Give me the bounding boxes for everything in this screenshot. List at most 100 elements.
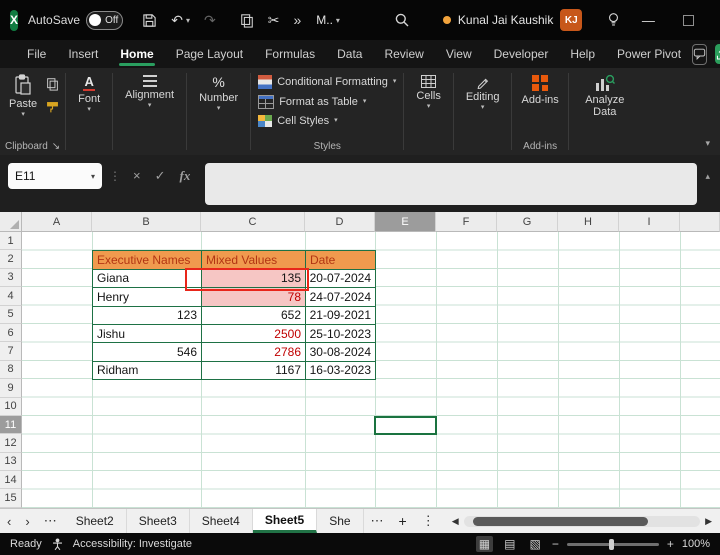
row-header-1[interactable]: 1 bbox=[0, 232, 22, 251]
zoom-in-icon[interactable]: + bbox=[667, 537, 674, 551]
zoom-slider-thumb[interactable] bbox=[609, 538, 615, 550]
cell-D8[interactable]: 16-03-2023 bbox=[306, 361, 376, 381]
column-header-B[interactable]: B bbox=[92, 212, 201, 232]
insert-function-icon[interactable]: fx bbox=[180, 168, 191, 184]
row-header-14[interactable]: 14 bbox=[0, 471, 22, 490]
sheet-tab-sheet5-active[interactable]: Sheet5 bbox=[252, 509, 318, 533]
cell-B7[interactable]: 546 bbox=[93, 343, 202, 362]
scroll-left-icon[interactable]: ◀ bbox=[452, 516, 459, 527]
undo-icon[interactable]: ↶ ▾ bbox=[171, 12, 190, 29]
copy-small-icon[interactable] bbox=[46, 77, 59, 91]
editing-menu-button[interactable]: Editing ▾ bbox=[457, 72, 509, 114]
add-sheet-icon[interactable]: + bbox=[391, 509, 415, 533]
row-header-9[interactable]: 9 bbox=[0, 379, 22, 398]
row-header-10[interactable]: 10 bbox=[0, 397, 22, 416]
cell-D5[interactable]: 21-09-2021 bbox=[306, 306, 376, 325]
column-header-H[interactable]: H bbox=[558, 212, 619, 232]
enter-icon[interactable]: ✓ bbox=[155, 168, 166, 184]
cell-C7[interactable]: 2786 bbox=[202, 343, 306, 362]
paste-button[interactable]: Paste ▾ bbox=[3, 72, 43, 120]
column-header-E[interactable]: E bbox=[375, 212, 436, 232]
accessibility-status[interactable]: Accessibility: Investigate bbox=[73, 538, 192, 550]
zoom-out-icon[interactable]: − bbox=[552, 537, 559, 551]
font-menu-button[interactable]: A Font ▾ bbox=[69, 72, 109, 116]
more-sheets-icon[interactable]: ⋯ bbox=[37, 509, 64, 533]
sheet-context-menu-icon[interactable]: ⋮ bbox=[415, 509, 442, 533]
clipboard-dialog-launcher-icon[interactable]: ↘ bbox=[52, 141, 60, 152]
tab-view[interactable]: View bbox=[435, 40, 483, 68]
share-button[interactable] bbox=[715, 44, 720, 64]
cell-B4[interactable]: Henry bbox=[93, 288, 202, 307]
sheet-tab-truncated[interactable]: She bbox=[317, 509, 364, 533]
column-header-A[interactable]: A bbox=[22, 212, 92, 232]
search-icon[interactable] bbox=[394, 12, 410, 28]
cancel-icon[interactable]: × bbox=[133, 168, 141, 183]
minimize-button[interactable]: — bbox=[628, 0, 668, 40]
column-header-D[interactable]: D bbox=[305, 212, 375, 232]
format-painter-icon[interactable] bbox=[46, 101, 59, 114]
name-box-resize-handle[interactable]: ⋮ bbox=[109, 169, 121, 183]
row-header-8[interactable]: 8 bbox=[0, 360, 22, 380]
tab-page-layout[interactable]: Page Layout bbox=[165, 40, 254, 68]
alignment-menu-button[interactable]: Alignment ▾ bbox=[116, 72, 183, 112]
autosave-toggle[interactable]: Off bbox=[86, 10, 124, 30]
copy-icon[interactable] bbox=[240, 13, 254, 28]
cell-B5[interactable]: 123 bbox=[93, 306, 202, 325]
column-header-F[interactable]: F bbox=[436, 212, 497, 232]
zoom-slider[interactable] bbox=[566, 538, 659, 550]
column-header-G[interactable]: G bbox=[497, 212, 558, 232]
collapse-ribbon-icon[interactable]: ▾ bbox=[705, 138, 710, 149]
tab-home[interactable]: Home bbox=[109, 40, 164, 68]
cell-styles-menu[interactable]: Cell Styles ▾ bbox=[254, 114, 400, 128]
paste-dropdown-icon[interactable]: ▾ bbox=[21, 111, 25, 118]
format-as-table-menu[interactable]: Format as Table ▾ bbox=[254, 94, 400, 110]
page-break-view-icon[interactable]: ▧ bbox=[526, 536, 543, 552]
save-icon[interactable] bbox=[142, 13, 157, 28]
lightbulb-icon[interactable] bbox=[606, 12, 621, 28]
table-header-date[interactable]: Date bbox=[306, 251, 376, 270]
tab-review[interactable]: Review bbox=[373, 40, 434, 68]
tab-file[interactable]: File bbox=[16, 40, 57, 68]
maximize-button[interactable] bbox=[668, 0, 708, 40]
cell-D6[interactable]: 25-10-2023 bbox=[306, 324, 376, 344]
cut-icon[interactable]: ✂ bbox=[268, 12, 280, 29]
cell-B6[interactable]: Jishu bbox=[93, 324, 202, 344]
column-header-I[interactable]: I bbox=[619, 212, 680, 232]
collapse-formula-bar-icon[interactable]: ▴ bbox=[705, 171, 710, 182]
column-header-C[interactable]: C bbox=[201, 212, 305, 232]
cells-menu-button[interactable]: Cells ▾ bbox=[407, 72, 449, 113]
addins-button[interactable]: Add-ins bbox=[515, 72, 564, 108]
tab-help[interactable]: Help bbox=[559, 40, 606, 68]
sheet-tab-sheet3[interactable]: Sheet3 bbox=[127, 509, 190, 533]
scroll-right-icon[interactable]: ▶ bbox=[705, 516, 712, 527]
more-commands-icon[interactable]: » bbox=[293, 12, 301, 28]
row-header-13[interactable]: 13 bbox=[0, 452, 22, 472]
sheet-nav-prev-icon[interactable]: ‹ bbox=[0, 509, 18, 533]
tab-developer[interactable]: Developer bbox=[483, 40, 560, 68]
cell-C4[interactable]: 78 bbox=[202, 288, 306, 307]
table-header-executive-names[interactable]: Executive Names bbox=[93, 251, 202, 270]
undo-dropdown-icon[interactable]: ▾ bbox=[186, 16, 190, 25]
cell-C6[interactable]: 2500 bbox=[202, 324, 306, 344]
name-box[interactable]: E11 ▾ bbox=[8, 163, 102, 189]
table-header-mixed-values[interactable]: Mixed Values bbox=[202, 251, 306, 270]
comments-button[interactable] bbox=[692, 43, 708, 65]
row-header-4[interactable]: 4 bbox=[0, 287, 22, 306]
column-header-partial[interactable] bbox=[680, 212, 720, 232]
row-header-5[interactable]: 5 bbox=[0, 305, 22, 324]
scrollbar-thumb[interactable] bbox=[473, 516, 649, 526]
scrollbar-track[interactable] bbox=[463, 515, 701, 527]
row-header-2[interactable]: 2 bbox=[0, 250, 22, 269]
cell-D4[interactable]: 24-07-2024 bbox=[306, 288, 376, 307]
row-header-15[interactable]: 15 bbox=[0, 489, 22, 508]
cell-D3[interactable]: 20-07-2024 bbox=[306, 269, 376, 289]
sheet-tab-sheet2[interactable]: Sheet2 bbox=[64, 509, 127, 533]
tab-formulas[interactable]: Formulas bbox=[254, 40, 326, 68]
cell-D7[interactable]: 30-08-2024 bbox=[306, 343, 376, 362]
tab-data[interactable]: Data bbox=[326, 40, 373, 68]
more-sheets-icon[interactable]: ⋯ bbox=[364, 509, 391, 533]
excel-logo-icon[interactable]: X bbox=[10, 9, 19, 31]
page-layout-view-icon[interactable]: ▤ bbox=[501, 536, 518, 552]
sheet-nav-next-icon[interactable]: › bbox=[18, 509, 36, 533]
row-header-3[interactable]: 3 bbox=[0, 268, 22, 288]
